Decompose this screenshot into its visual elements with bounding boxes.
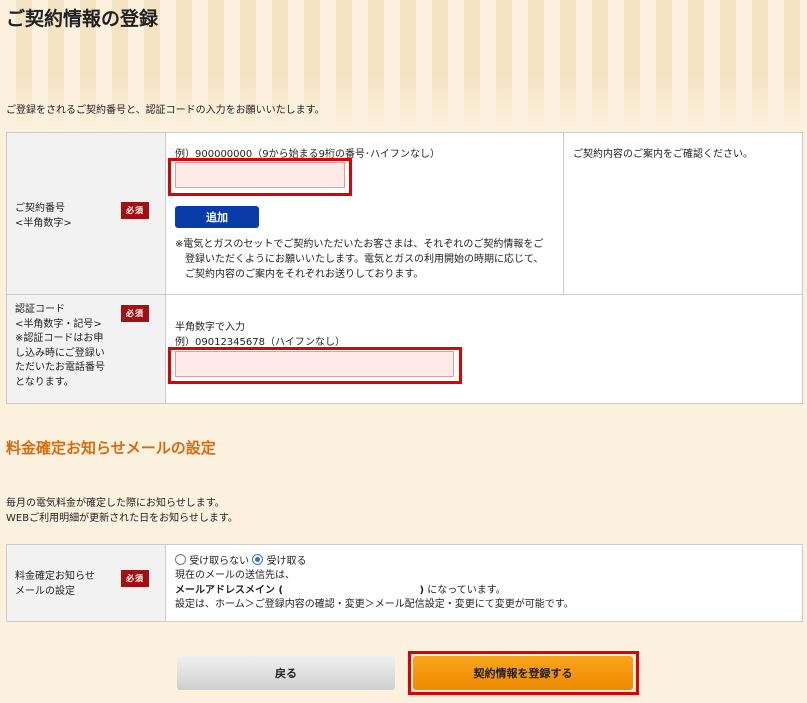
contract-side-cell: ご契約内容のご案内をご確認ください。	[563, 132, 803, 295]
mail-label: 料金確定お知らせ メールの設定	[15, 571, 95, 597]
contract-input-cell: 例）900000000（9から始まる9桁の番号･ハイフンなし） 追加 ※電気とガ…	[165, 132, 564, 295]
auth-label-cell: 認証コード <半角数字・記号> ※認証コードはお申 し込み時にご登録い ただいた…	[6, 294, 166, 404]
mail-address-line: メールアドレスメイン ( ) になっています。	[175, 584, 506, 598]
page-title: ご契約情報の登録	[6, 8, 159, 30]
radio-no-receive[interactable]	[175, 554, 186, 565]
mail-address-label: メールアドレスメイン (	[175, 585, 284, 596]
radio-receive-label[interactable]: 受け取る	[267, 556, 307, 567]
auth-input-highlight	[168, 347, 462, 384]
add-button[interactable]: 追加	[175, 206, 259, 228]
required-badge: 必須	[121, 305, 149, 322]
mail-section-desc: 毎月の電気料金が確定した際にお知らせします。 WEBご利用明細が更新された日をお…	[6, 498, 238, 524]
contract-note: ※電気とガスのセットでご契約いただいたお客さまは、それぞれのご契約情報をご 登録…	[175, 239, 544, 280]
contract-label: ご契約番号	[15, 203, 65, 214]
contract-input-highlight	[168, 158, 352, 196]
mail-input-cell: 受け取らない 受け取る 現在のメールの送信先は、 メールアドレスメイン ( ) …	[165, 544, 803, 622]
contract-table: ご契約番号 <半角数字> 必須 例）900000000（9から始まる9桁の番号･…	[6, 132, 803, 295]
intro-text: ご登録をされるご契約番号と、認証コードの入力をお願いいたします。	[6, 105, 325, 116]
mail-radio-group: 受け取らない 受け取る	[175, 554, 307, 569]
radio-receive[interactable]	[252, 554, 264, 565]
mail-settings-note: 設定は、ホーム＞ご登録内容の確認・変更＞メール配信設定・変更にて変更が可能です。	[175, 599, 574, 610]
mail-label-cell: 料金確定お知らせ メールの設定 必須	[6, 544, 166, 622]
auth-hint: 半角数字で入力	[175, 322, 245, 333]
mail-table: 料金確定お知らせ メールの設定 必須 受け取らない 受け取る 現在のメールの送信…	[6, 544, 803, 622]
required-badge: 必須	[121, 202, 149, 219]
auth-label: 認証コード <半角数字・記号> ※認証コードはお申 し込み時にご登録い ただいた…	[15, 304, 105, 388]
submit-button[interactable]: 契約情報を登録する	[413, 656, 633, 690]
required-badge: 必須	[121, 570, 149, 587]
contract-label-cell: ご契約番号 <半角数字> 必須	[6, 132, 166, 295]
radio-no-receive-label[interactable]: 受け取らない	[189, 556, 249, 567]
mail-current-prefix: 現在のメールの送信先は、	[175, 570, 295, 581]
mail-address-suffix: になっています。	[427, 585, 506, 596]
mail-section-title: 料金確定お知らせメールの設定	[6, 439, 216, 457]
back-button[interactable]: 戻る	[177, 656, 395, 690]
contract-side-note: ご契約内容のご案内をご確認ください。	[573, 149, 753, 160]
auth-example: 例）09012345678（ハイフンなし）	[175, 337, 345, 348]
contract-label-sub: <半角数字>	[15, 218, 72, 229]
mail-address-close: )	[419, 585, 425, 596]
